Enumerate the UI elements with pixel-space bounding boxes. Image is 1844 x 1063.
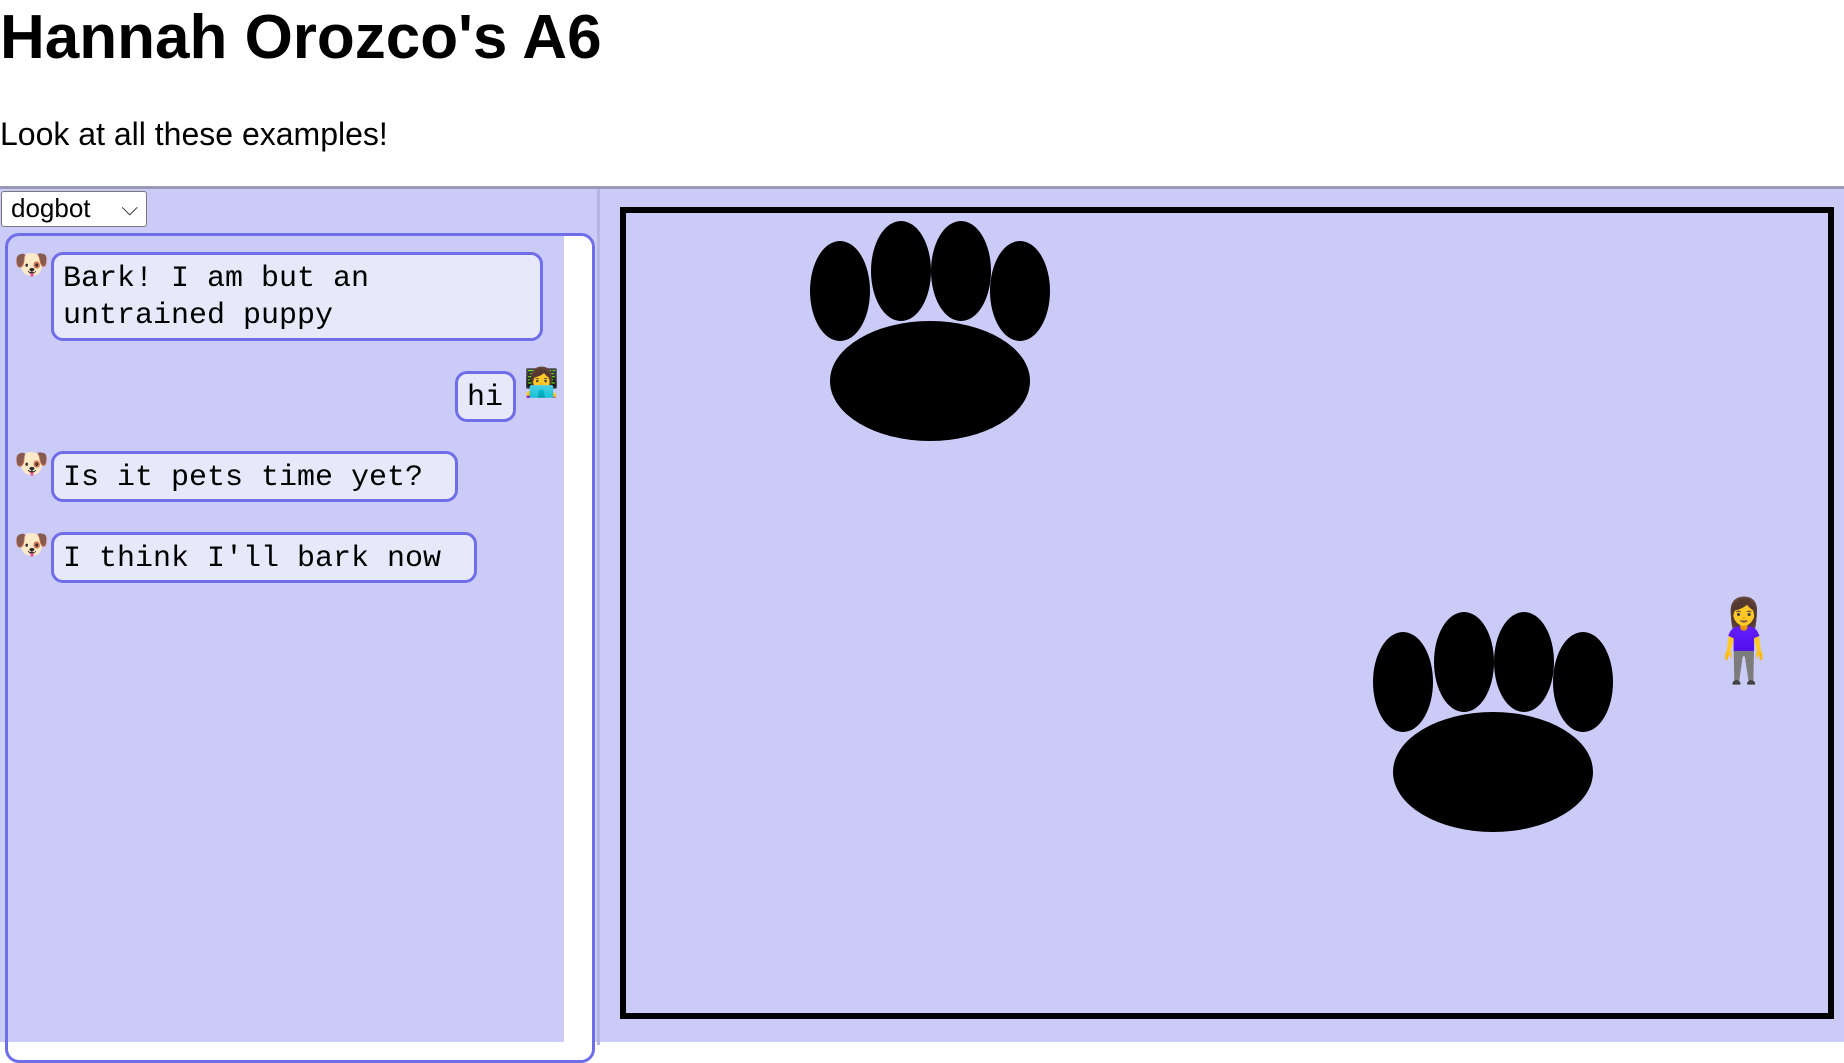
page-title: Hannah Orozco's A6: [0, 3, 602, 72]
chat-panel: dogbot ⌵ 🐶 Bark! I am but an untrained p…: [0, 189, 600, 1063]
paw-print-icon: [810, 221, 1050, 441]
paw-print-icon: [1373, 612, 1613, 832]
woman-standing-icon: 🧍‍♀️: [1694, 596, 1794, 685]
technologist-icon: 👩‍💻: [524, 367, 559, 398]
dog-face-icon: 🐶: [14, 249, 49, 280]
canvas-scene: [810, 221, 1613, 832]
bot-message-bubble: Is it pets time yet?: [51, 451, 458, 502]
dog-face-icon: 🐶: [14, 529, 49, 560]
workspace: dogbot ⌵ 🐶 Bark! I am but an untrained p…: [0, 186, 1844, 1063]
bot-select-dropdown[interactable]: dogbot ⌵: [1, 191, 147, 227]
chevron-down-icon: ⌵: [121, 195, 138, 220]
user-message-bubble: hi: [455, 371, 516, 422]
page-subtitle: Look at all these examples!: [0, 116, 388, 152]
dog-face-icon: 🐶: [14, 448, 49, 479]
chat-log[interactable]: 🐶 Bark! I am but an untrained puppy hi 👩…: [5, 233, 595, 1063]
chat-scrollbar[interactable]: [564, 236, 592, 1060]
game-canvas[interactable]: 🧍‍♀️: [620, 207, 1834, 1019]
bot-select-value: dogbot: [11, 193, 91, 223]
bot-message-bubble: Bark! I am but an untrained puppy: [51, 252, 543, 341]
bot-message-bubble: I think I'll bark now: [51, 532, 477, 583]
